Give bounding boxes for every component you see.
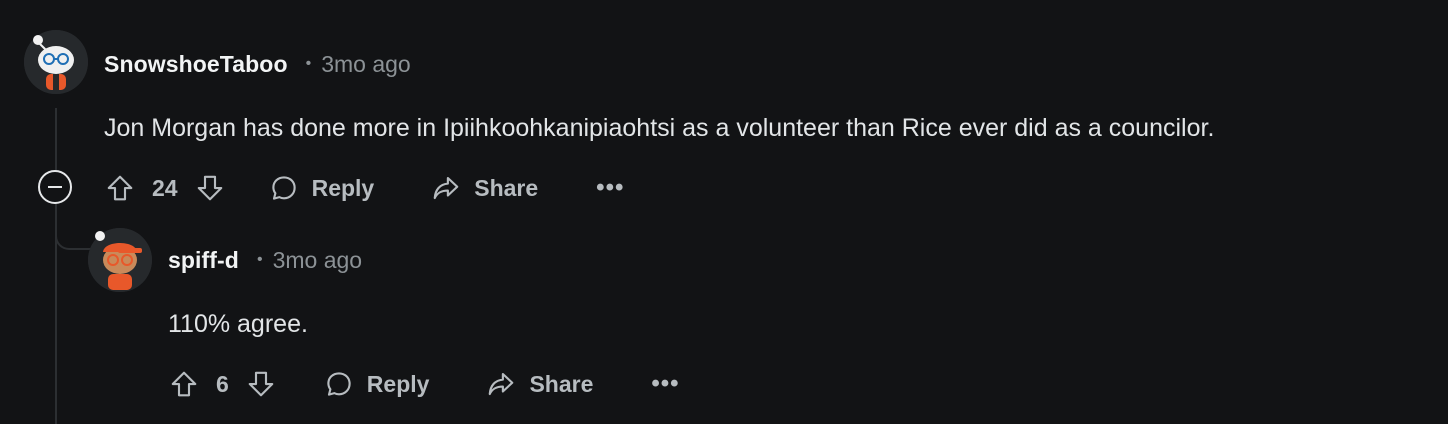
comment-header: SnowshoeTaboo • 3mo ago [104,49,411,79]
username[interactable]: SnowshoeTaboo [104,51,288,78]
reply-button[interactable]: Reply [323,368,430,400]
reply-button[interactable]: Reply [268,172,375,204]
share-button[interactable]: Share [485,368,593,400]
share-button[interactable]: Share [430,172,538,204]
share-arrow-icon [485,368,517,400]
username[interactable]: spiff-d [168,247,239,274]
avatar[interactable] [88,228,152,292]
speech-bubble-icon [268,172,300,204]
reply-label: Reply [366,370,430,397]
speech-bubble-icon [323,368,355,400]
collapse-button[interactable] [38,170,72,204]
share-label: Share [529,370,594,397]
upvote-arrow-icon[interactable] [104,172,136,204]
share-arrow-icon [430,172,462,204]
separator-dot: • [256,251,263,268]
share-label: Share [474,174,539,201]
reply-label: Reply [311,174,375,201]
vote-count: 6 [216,370,229,397]
comment-body: 110% agree. [168,310,308,338]
snoo-avatar-icon [88,228,152,292]
comment-header: spiff-d • 3mo ago [168,245,362,275]
reply-connector [55,206,91,250]
more-options-icon[interactable]: ••• [596,174,624,202]
avatar[interactable] [24,30,88,94]
upvote-arrow-icon[interactable] [168,368,200,400]
comment-body: Jon Morgan has done more in Ipiihkoohkan… [104,114,1215,142]
more-options-icon[interactable]: ••• [651,370,679,398]
downvote-arrow-icon[interactable] [245,368,277,400]
separator-dot: • [305,55,312,72]
comment-thread: SnowshoeTaboo • 3mo ago Jon Morgan has d… [0,0,1448,424]
thread-line[interactable] [55,108,57,424]
minus-circle-icon [48,186,62,188]
downvote-arrow-icon[interactable] [194,172,226,204]
snoo-avatar-icon [24,30,88,94]
timestamp[interactable]: 3mo ago [273,247,363,274]
comment-actions: 24 Reply Share ••• [104,168,624,208]
timestamp[interactable]: 3mo ago [321,51,411,78]
comment-actions: 6 Reply Share ••• [168,364,680,404]
vote-count: 24 [152,174,178,201]
